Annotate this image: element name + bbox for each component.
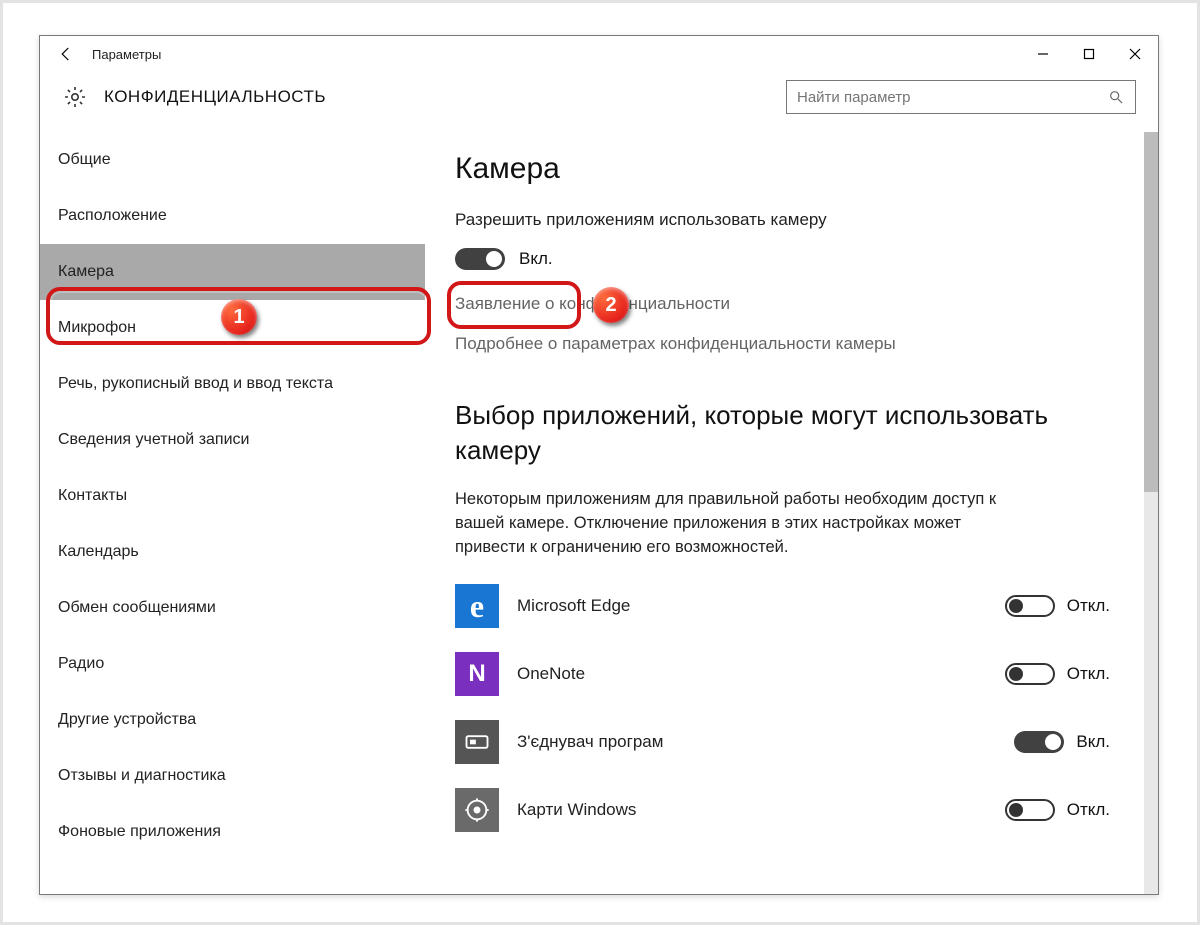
app-list: Microsoft Edge Откл. OneNote Откл.: [455, 582, 1110, 834]
app-toggle-label: Вкл.: [1076, 732, 1110, 752]
sidebar-item-label: Радио: [58, 655, 104, 673]
back-button[interactable]: [40, 36, 92, 72]
sidebar-item-label: Контакты: [58, 487, 127, 505]
choose-apps-heading: Выбор приложений, которые могут использо…: [455, 398, 1110, 468]
app-name: Microsoft Edge: [517, 596, 630, 616]
app-toggle-label: Откл.: [1067, 664, 1110, 684]
app-toggle-group: Откл.: [1005, 799, 1110, 821]
sidebar-item-microphone[interactable]: Микрофон: [40, 300, 425, 356]
app-row-edge: Microsoft Edge Откл.: [455, 582, 1110, 630]
sidebar-item-contacts[interactable]: Контакты: [40, 468, 425, 524]
minimize-button[interactable]: [1020, 36, 1066, 72]
main-toggle-label: Вкл.: [519, 249, 553, 269]
scrollbar-thumb[interactable]: [1144, 132, 1158, 492]
maps-icon: [455, 788, 499, 832]
sidebar-item-calendar[interactable]: Календарь: [40, 524, 425, 580]
search-box[interactable]: [786, 80, 1136, 114]
app-toggle-group: Вкл.: [1014, 731, 1110, 753]
sidebar-item-other-devices[interactable]: Другие устройства: [40, 692, 425, 748]
content-pane: Камера Разрешить приложениям использоват…: [425, 132, 1144, 894]
content-heading: Камера: [455, 152, 1110, 186]
maximize-button[interactable]: [1066, 36, 1112, 72]
edge-icon: [455, 584, 499, 628]
sidebar-item-label: Календарь: [58, 543, 139, 561]
app-toggle-label: Откл.: [1067, 596, 1110, 616]
maximize-icon: [1083, 48, 1095, 60]
app-toggle-group: Откл.: [1005, 595, 1110, 617]
body: Общие Расположение Камера Микрофон Речь,…: [40, 132, 1158, 894]
close-icon: [1129, 48, 1141, 60]
sidebar-item-label: Микрофон: [58, 319, 136, 337]
sidebar-item-label: Речь, рукописный ввод и ввод текста: [58, 375, 333, 393]
settings-window: Параметры КОНФИДЕНЦИАЛЬ: [39, 35, 1159, 895]
sidebar-item-account-info[interactable]: Сведения учетной записи: [40, 412, 425, 468]
sidebar-item-camera[interactable]: Камера: [40, 244, 425, 300]
sidebar-item-speech[interactable]: Речь, рукописный ввод и ввод текста: [40, 356, 425, 412]
choose-apps-desc: Некоторым приложениям для правильной раб…: [455, 488, 1015, 560]
app-name: OneNote: [517, 664, 585, 684]
vertical-scrollbar[interactable]: [1144, 132, 1158, 894]
app-toggle-onenote[interactable]: [1005, 663, 1055, 685]
app-row-maps: Карти Windows Откл.: [455, 786, 1110, 834]
app-row-onenote: OneNote Откл.: [455, 650, 1110, 698]
arrow-left-icon: [57, 45, 75, 63]
app-toggle-group: Откл.: [1005, 663, 1110, 685]
sidebar-item-label: Расположение: [58, 207, 167, 225]
app-name: З'єднувач програм: [517, 732, 663, 752]
page-title: КОНФИДЕНЦИАЛЬНОСТЬ: [104, 87, 326, 107]
sidebar-item-label: Другие устройства: [58, 711, 196, 729]
sidebar-item-label: Обмен сообщениями: [58, 599, 216, 617]
sidebar-item-messaging[interactable]: Обмен сообщениями: [40, 580, 425, 636]
sidebar-item-label: Общие: [58, 151, 111, 169]
app-toggle-label: Откл.: [1067, 800, 1110, 820]
search-icon: [1107, 88, 1125, 106]
sidebar-item-label: Отзывы и диагностика: [58, 767, 226, 785]
close-button[interactable]: [1112, 36, 1158, 72]
header-row: КОНФИДЕНЦИАЛЬНОСТЬ: [40, 72, 1158, 132]
sidebar-item-feedback[interactable]: Отзывы и диагностика: [40, 748, 425, 804]
sidebar-item-background-apps[interactable]: Фоновые приложения: [40, 804, 425, 860]
privacy-statement-link[interactable]: Заявление о конфиденциальности: [455, 294, 1110, 314]
toggle-knob: [486, 251, 502, 267]
sidebar-item-label: Камера: [58, 263, 114, 281]
titlebar: Параметры: [40, 36, 1158, 72]
search-input[interactable]: [797, 89, 1107, 106]
main-toggle-row: Вкл.: [455, 244, 1110, 274]
sidebar-item-label: Сведения учетной записи: [58, 431, 249, 449]
toggle-knob: [1009, 803, 1023, 817]
sidebar: Общие Расположение Камера Микрофон Речь,…: [40, 132, 425, 894]
gear-icon: [63, 85, 87, 109]
sidebar-item-label: Фоновые приложения: [58, 823, 221, 841]
toggle-knob: [1009, 667, 1023, 681]
app-toggle-connector[interactable]: [1014, 731, 1064, 753]
onenote-icon: [455, 652, 499, 696]
allow-apps-label: Разрешить приложениям использовать камер…: [455, 210, 1110, 230]
toggle-knob: [1045, 734, 1061, 750]
connector-icon: [455, 720, 499, 764]
app-toggle-maps[interactable]: [1005, 799, 1055, 821]
app-toggle-edge[interactable]: [1005, 595, 1055, 617]
more-info-link[interactable]: Подробнее о параметрах конфиденциальност…: [455, 334, 1110, 354]
window-title: Параметры: [92, 47, 161, 62]
settings-gear-icon[interactable]: [62, 84, 88, 110]
main-toggle[interactable]: [455, 248, 505, 270]
toggle-knob: [1009, 599, 1023, 613]
sidebar-item-radio[interactable]: Радио: [40, 636, 425, 692]
sidebar-item-location[interactable]: Расположение: [40, 188, 425, 244]
window-controls: [1020, 36, 1158, 72]
minimize-icon: [1037, 48, 1049, 60]
app-name: Карти Windows: [517, 800, 636, 820]
sidebar-item-general[interactable]: Общие: [40, 132, 425, 188]
app-row-connector: З'єднувач програм Вкл.: [455, 718, 1110, 766]
